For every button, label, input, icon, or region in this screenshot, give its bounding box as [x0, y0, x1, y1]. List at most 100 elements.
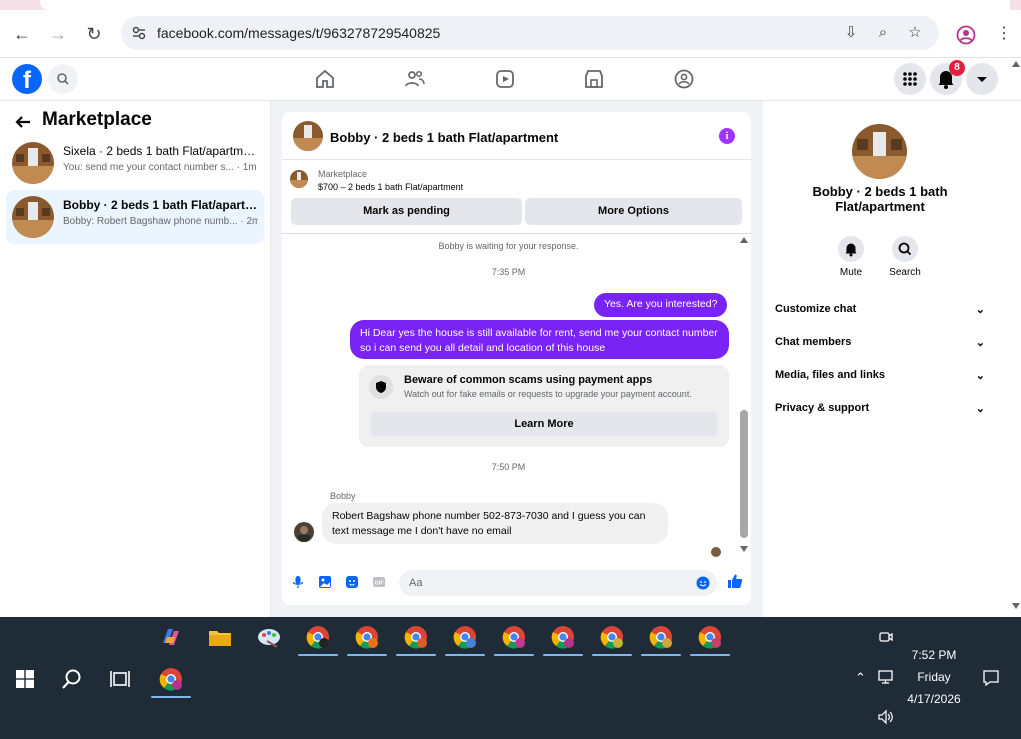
conversation-item[interactable]: Sixela · 2 beds 1 bath Flat/apartment Yo…: [6, 136, 264, 190]
sender-avatar[interactable]: [294, 522, 314, 542]
conversation-preview: You: send me your contact number s... · …: [63, 162, 257, 173]
chrome-active-icon[interactable]: [157, 665, 185, 693]
file-explorer-icon[interactable]: [206, 623, 234, 651]
chevron-down-icon: ⌄: [975, 403, 985, 415]
profile-icon[interactable]: [956, 25, 976, 45]
groups-icon[interactable]: [673, 68, 695, 90]
menu-grid-icon[interactable]: [894, 63, 926, 95]
chat-scrollbar[interactable]: [737, 234, 751, 561]
forward-icon[interactable]: →: [47, 23, 69, 45]
bookmark-star-icon[interactable]: ☆: [906, 24, 924, 42]
mark-pending-button[interactable]: Mark as pending: [291, 198, 522, 225]
home-icon[interactable]: [314, 68, 336, 90]
chrome-profile-icon[interactable]: [696, 623, 724, 651]
page-scrollbar[interactable]: [1011, 58, 1021, 617]
photo-icon[interactable]: [318, 575, 332, 589]
clock-day[interactable]: Friday: [895, 670, 973, 684]
scroll-thumb[interactable]: [740, 410, 748, 538]
listing-title[interactable]: $700 – 2 beds 1 bath Flat/apartment: [318, 182, 463, 192]
scroll-up-icon[interactable]: [740, 237, 748, 243]
chrome-profile-icon[interactable]: [353, 623, 381, 651]
mute-bell-icon[interactable]: [838, 236, 864, 262]
chrome-profile-icon[interactable]: [549, 623, 577, 651]
windows-start-icon[interactable]: [16, 670, 34, 688]
clock-date[interactable]: 4/17/2026: [895, 692, 973, 706]
browser-menu-icon[interactable]: ⋮: [996, 24, 1012, 44]
task-view-icon[interactable]: [110, 669, 130, 689]
media-files-links-row[interactable]: Media, files and links ⌄: [775, 369, 985, 382]
fb-search-icon[interactable]: [48, 64, 78, 94]
reload-icon[interactable]: ↻: [83, 23, 105, 45]
back-icon[interactable]: ←: [11, 23, 33, 45]
sticker-icon[interactable]: [345, 575, 359, 589]
chevron-down-icon: ⌄: [975, 370, 985, 382]
clock-time[interactable]: 7:52 PM: [895, 648, 973, 662]
site-info-icon[interactable]: [131, 25, 147, 41]
friends-icon[interactable]: [404, 68, 426, 90]
chrome-profile-icon[interactable]: [402, 623, 430, 651]
show-hidden-icons-icon[interactable]: ⌃: [855, 670, 866, 686]
mute-label: Mute: [839, 267, 863, 278]
outgoing-message[interactable]: Yes. Are you interested?: [594, 293, 728, 317]
chevron-down-icon: ⌄: [975, 337, 985, 349]
back-arrow-icon[interactable]: [13, 112, 33, 132]
incoming-message[interactable]: Robert Bagshaw phone number 502-873-7030…: [322, 503, 668, 544]
pane-title: Marketplace: [42, 109, 152, 130]
active-tab[interactable]: [40, 0, 1010, 10]
scam-warning-text: Watch out for fake emails or requests to…: [404, 389, 692, 399]
scroll-up-icon[interactable]: [1012, 61, 1020, 67]
account-caret-icon[interactable]: [966, 63, 998, 95]
chrome-profile-icon[interactable]: [500, 623, 528, 651]
conversation-item-active[interactable]: Bobby · 2 beds 1 bath Flat/apartm... Bob…: [6, 190, 264, 244]
more-options-button[interactable]: More Options: [525, 198, 742, 225]
scroll-down-icon[interactable]: [1012, 603, 1020, 609]
emoji-icon[interactable]: [696, 576, 710, 590]
timestamp: 7:50 PM: [491, 462, 526, 472]
video-icon[interactable]: [494, 68, 516, 90]
camera-icon[interactable]: [878, 629, 894, 645]
url-text[interactable]: facebook.com/messages/t/963278729540825: [157, 25, 440, 41]
network-icon[interactable]: [877, 669, 895, 685]
chat-avatar[interactable]: [293, 121, 323, 151]
gif-icon[interactable]: GIF: [372, 575, 386, 589]
customize-chat-row[interactable]: Customize chat ⌄: [775, 303, 985, 316]
message-input[interactable]: Aa: [399, 570, 717, 596]
tab-strip: [0, 0, 1021, 10]
marketplace-icon[interactable]: [583, 68, 605, 90]
search-icon[interactable]: [892, 236, 918, 262]
chat-avatar-large[interactable]: [852, 124, 907, 179]
zoom-icon[interactable]: ⌕: [874, 24, 892, 42]
microphone-icon[interactable]: [291, 575, 305, 589]
install-app-icon[interactable]: ⇩: [842, 24, 860, 42]
learn-more-button[interactable]: Learn More: [371, 412, 717, 436]
running-indicator: [347, 654, 387, 656]
chrome-profile-icon[interactable]: [304, 623, 332, 651]
paint-app-icon[interactable]: [255, 623, 283, 651]
running-indicator: [151, 696, 191, 698]
thumbs-up-icon[interactable]: [727, 573, 743, 589]
listing-thumbnail: [12, 142, 54, 184]
running-indicator: [543, 654, 583, 656]
taskbar-search-icon[interactable]: [61, 668, 83, 690]
chrome-profile-icon[interactable]: [598, 623, 626, 651]
conversation-name: Bobby · 2 beds 1 bath Flat/apartm...: [63, 198, 258, 212]
sender-name: Bobby: [330, 491, 356, 501]
facebook-logo-icon[interactable]: f: [12, 64, 42, 94]
scroll-down-icon[interactable]: [740, 546, 748, 552]
info-icon[interactable]: i: [719, 128, 735, 144]
chat-members-row[interactable]: Chat members ⌄: [775, 336, 985, 349]
outgoing-message[interactable]: Hi Dear yes the house is still available…: [350, 320, 729, 359]
chat-title[interactable]: Bobby · 2 beds 1 bath Flat/apartment: [330, 130, 558, 145]
chrome-profile-icon[interactable]: [451, 623, 479, 651]
chrome-profile-icon[interactable]: [647, 623, 675, 651]
listing-thumbnail[interactable]: [290, 170, 308, 188]
volume-icon[interactable]: [877, 709, 895, 725]
message-list: Bobby is waiting for your response. 7:35…: [282, 234, 751, 561]
copilot-icon[interactable]: [157, 623, 185, 651]
privacy-support-row[interactable]: Privacy & support ⌄: [775, 402, 985, 415]
notification-center-icon[interactable]: [982, 669, 1000, 687]
chat-name: Bobby · 2 beds 1 bath Flat/apartment: [812, 184, 948, 214]
shield-icon: [369, 375, 393, 399]
timestamp: 7:35 PM: [491, 267, 526, 277]
address-bar[interactable]: facebook.com/messages/t/963278729540825 …: [121, 16, 939, 50]
